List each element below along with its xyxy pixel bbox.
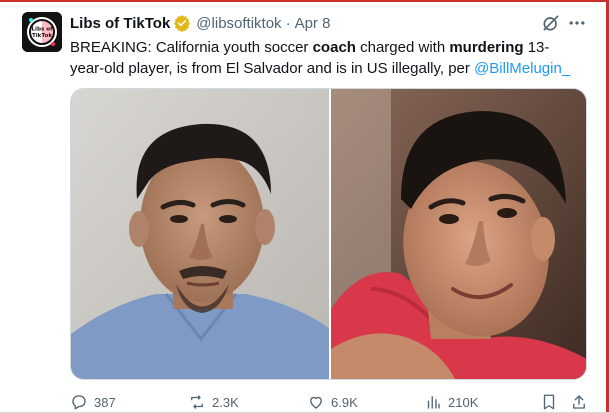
- verified-badge-icon[interactable]: [173, 14, 191, 32]
- repost-icon: [191, 395, 203, 409]
- share-icon: [573, 395, 585, 409]
- author-name[interactable]: Libs of TikTok: [70, 15, 170, 32]
- like-count: 6.9K: [331, 394, 358, 410]
- avatar[interactable]: Libs of TikTok: [22, 12, 62, 52]
- author-handle[interactable]: @libsoftiktok: [196, 15, 281, 32]
- repost-count: 2.3K: [212, 394, 239, 410]
- like-icon: [310, 396, 322, 409]
- like-button[interactable]: 6.9K: [307, 392, 358, 412]
- tweet-media[interactable]: [70, 88, 587, 380]
- views-icon: [427, 396, 440, 409]
- reply-icon: [72, 395, 86, 410]
- tweet-card[interactable]: Libs of TikTok Libs of TikTok @libsoftik…: [0, 0, 606, 412]
- tweet-header: Libs of TikTok @libsoftiktok · Apr 8: [70, 12, 330, 34]
- reply-button[interactable]: 387: [70, 392, 116, 412]
- bookmark-icon: [543, 394, 555, 410]
- photo-mugshot[interactable]: [71, 89, 329, 379]
- tweet-text: BREAKING: California youth soccer coach …: [70, 37, 580, 79]
- tweet-text-part-2: charged with: [355, 39, 450, 56]
- avatar-text-line1: Libs of: [31, 27, 53, 33]
- tweet-date[interactable]: Apr 8: [295, 15, 331, 32]
- views-button[interactable]: 210K: [424, 392, 478, 412]
- mention-link[interactable]: @BillMelugin_: [474, 60, 570, 77]
- views-count: 210K: [448, 394, 479, 410]
- tweet-text-part-1: BREAKING: California youth soccer: [70, 39, 313, 56]
- grok-icon[interactable]: [541, 13, 561, 33]
- action-bar: 387 2.3K 6.9K 210K: [70, 392, 590, 412]
- repost-button[interactable]: 2.3K: [188, 392, 239, 412]
- share-button[interactable]: [570, 392, 594, 412]
- tweet-text-bold-murdering: murdering: [449, 39, 524, 56]
- header-separator: ·: [285, 14, 291, 32]
- reply-count: 387: [94, 394, 116, 410]
- avatar-logo-icon: Libs of TikTok: [22, 12, 62, 52]
- avatar-text-line2: TikTok: [32, 33, 52, 39]
- more-icon[interactable]: [567, 13, 587, 33]
- photo-victim[interactable]: [331, 89, 586, 379]
- tweet-text-bold-coach: coach: [312, 39, 356, 56]
- bookmark-button[interactable]: [540, 392, 564, 412]
